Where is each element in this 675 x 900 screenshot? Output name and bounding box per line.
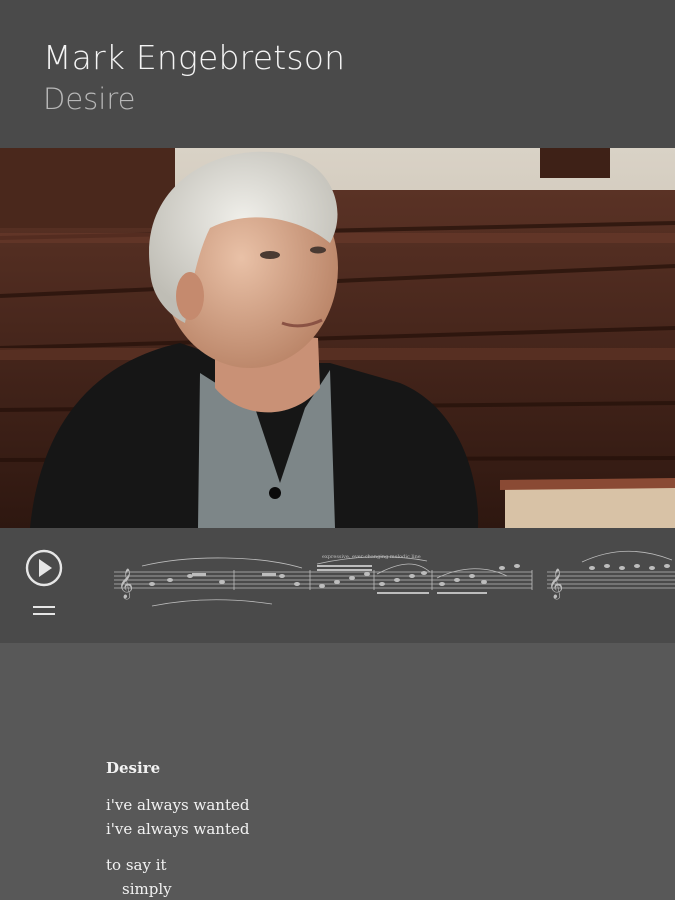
play-button[interactable] xyxy=(24,548,64,588)
svg-text:𝄞: 𝄞 xyxy=(548,568,563,600)
play-circle-icon xyxy=(25,549,63,587)
score-annotation: expressive, ever-changing melodic line xyxy=(322,554,421,560)
menu-button[interactable] xyxy=(33,604,55,618)
music-score-strip[interactable]: 𝄞 𝄞 expressive, ever-changing melodic li… xyxy=(112,546,675,618)
content-area xyxy=(0,643,675,900)
music-score: 𝄞 𝄞 expressive, ever-changing melodic li… xyxy=(114,550,675,607)
composer-name: Mark Engebretson xyxy=(43,38,346,77)
poem-title: Desire xyxy=(106,759,161,777)
header: Mark Engebretson Desire xyxy=(0,0,675,148)
poem-line: i've always wanted xyxy=(106,796,250,814)
video-frame[interactable] xyxy=(0,148,675,528)
video-image xyxy=(0,148,675,528)
poem-line: simply xyxy=(122,880,172,898)
work-title: Desire xyxy=(43,82,136,116)
poem-line: to say it xyxy=(106,856,167,874)
menu-icon xyxy=(33,606,55,615)
svg-text:𝄞: 𝄞 xyxy=(118,568,133,600)
poem-line: i've always wanted xyxy=(106,820,250,838)
